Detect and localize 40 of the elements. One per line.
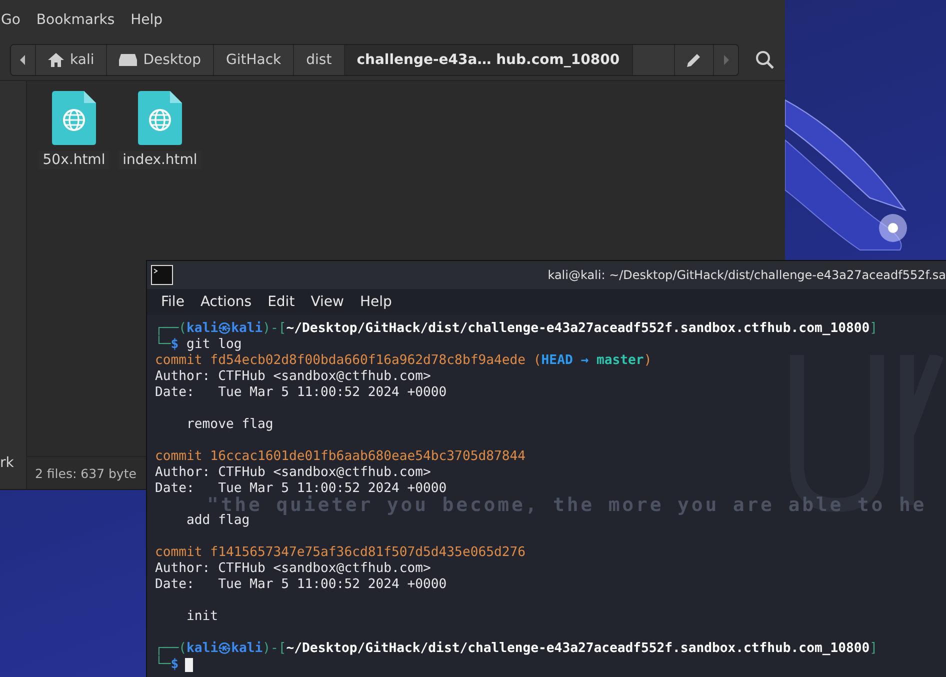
web-file-icon [52, 91, 96, 145]
window-title: kali@kali: ~/Desktop/GitHack/dist/challenge-e43a27aceadf552f.sa [548, 268, 946, 282]
sidebar-item[interactable]: rk [0, 455, 14, 471]
log-text: Date: Tue Mar 5 11:00:52 2024 +0000 [155, 385, 448, 401]
commit-line: commit 16ccac1601de01fb6aab680eae54bc3705d87844 [155, 449, 527, 465]
menu-item[interactable]: Actions [199, 294, 253, 310]
commit-message: init [186, 609, 220, 625]
back-button[interactable] [11, 45, 36, 75]
log-text: Author: CTFHub <sandbox@ctfhub.com> [155, 561, 432, 577]
log-text: Author: CTFHub <sandbox@ctfhub.com> [155, 465, 432, 481]
menu-item[interactable]: File [160, 294, 186, 310]
menu-item[interactable]: Bookmarks [35, 12, 116, 28]
menu-item[interactable]: Go [0, 12, 22, 28]
right-arrow-icon [722, 55, 730, 65]
prompt-line: ┌──(kali㉿kali)-[~/Desktop/GitHack/dist/challenge-e43a27aceadf552f.sandbox.ctfhub.com_10800] [155, 321, 879, 336]
commit-message: remove flag [186, 417, 274, 433]
edit-path-button[interactable] [674, 45, 714, 75]
left-arrow-icon [19, 55, 27, 65]
command-line: └─$ [155, 657, 946, 673]
log-text: Date: Tue Mar 5 11:00:52 2024 +0000 [155, 577, 448, 593]
commit-message: add flag [186, 513, 251, 529]
log-text: Date: Tue Mar 5 11:00:52 2024 +0000 [155, 481, 448, 496]
home-icon [48, 53, 64, 67]
menu-item[interactable]: Help [130, 12, 164, 28]
command-line: └─$ git log [155, 337, 243, 353]
pencil-icon [687, 53, 702, 67]
menu-item[interactable]: View [310, 294, 345, 310]
status-text: 2 files: 637 byte [35, 466, 136, 480]
commit-line: commit f1415657347e75af36cd81f507d5d435e065d276 [155, 545, 527, 561]
search-icon [755, 50, 776, 70]
log-text: Author: CTFHub <sandbox@ctfhub.com> [155, 369, 432, 385]
commit-line: commit fd54ecb02d8f00bda660f16a962d78c8bf9a4ede (HEAD → master) [155, 353, 653, 369]
prompt-line: ┌──(kali㉿kali)-[~/Desktop/GitHack/dist/challenge-e43a27aceadf552f.sandbox.ctfhub.com_10800] [155, 641, 879, 656]
web-file-icon [138, 91, 182, 145]
menu-item[interactable]: Edit [266, 294, 296, 310]
path-crumb[interactable]: challenge-e43a… hub.com_10800 [344, 45, 633, 75]
terminal-icon [151, 265, 173, 285]
menu-item[interactable]: Help [358, 294, 393, 310]
drive-icon [119, 54, 138, 66]
html-document[interactable]: 50x.html [37, 91, 111, 169]
